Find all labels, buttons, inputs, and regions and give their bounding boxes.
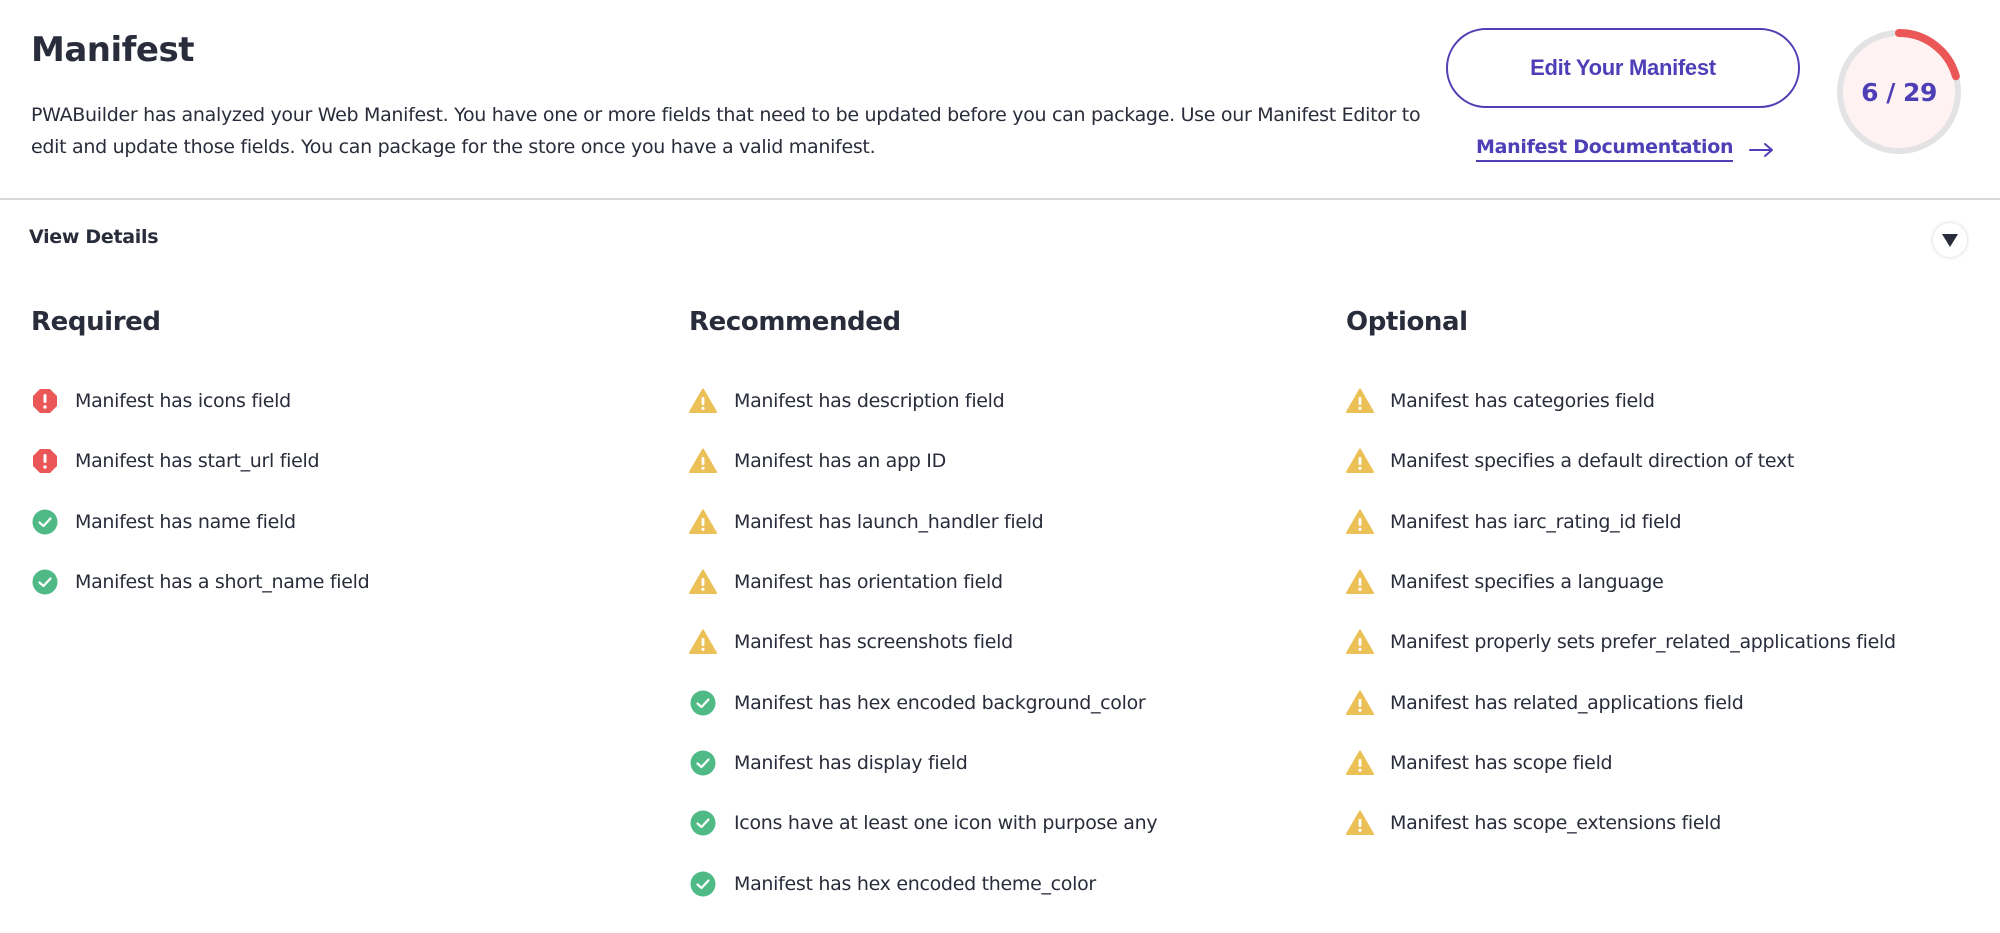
checklist-item: Manifest has hex encoded background_colo… xyxy=(689,672,1157,732)
checklist-item-text: Manifest has description field xyxy=(734,390,1005,413)
check-circle-icon xyxy=(689,689,717,717)
checklist-item-text: Manifest has screenshots field xyxy=(734,631,1013,654)
checklist-item: Manifest has categories field xyxy=(1346,371,1896,431)
warning-triangle-icon xyxy=(689,508,717,536)
checklist-item: Manifest has related_applications field xyxy=(1346,672,1896,732)
warning-triangle-icon xyxy=(1346,387,1374,415)
checklist-item-text: Icons have at least one icon with purpos… xyxy=(734,812,1158,835)
warning-triangle-icon xyxy=(1346,568,1374,596)
checklist-item-text: Manifest has iarc_rating_id field xyxy=(1390,510,1682,533)
warning-triangle-icon xyxy=(689,447,717,475)
warning-triangle-icon xyxy=(1346,447,1374,475)
checklist-item: Manifest specifies a language xyxy=(1346,552,1896,612)
checklist-item: Icons have at least one icon with purpos… xyxy=(689,793,1158,853)
checklist-item: Manifest has an app ID xyxy=(689,431,1157,491)
checklist-item-text: Manifest has hex encoded background_colo… xyxy=(734,691,1146,714)
checklist-item-text: Manifest properly sets prefer_related_ap… xyxy=(1390,631,1896,654)
checklist-item: Manifest has screenshots field xyxy=(689,612,1157,672)
checklist-item-text: Manifest has related_applications field xyxy=(1390,691,1744,714)
checklist-item: Manifest has a short_name field xyxy=(31,552,370,612)
manifest-documentation-link[interactable]: Manifest Documentation xyxy=(1476,136,1775,162)
optional-heading: Optional xyxy=(1346,307,1468,337)
score-label: 6 / 29 xyxy=(1861,77,1937,107)
warning-triangle-icon xyxy=(1346,749,1374,777)
checklist-item-text: Manifest has scope field xyxy=(1390,751,1613,774)
checklist-item-text: Manifest specifies a default direction o… xyxy=(1390,450,1795,473)
checklist-item-text: Manifest has categories field xyxy=(1390,390,1655,413)
optional-column: Optional Manifest has categories field Ma… xyxy=(1346,302,1896,853)
required-heading: Required xyxy=(31,307,161,337)
checklist-item: Manifest properly sets prefer_related_ap… xyxy=(1346,612,1896,672)
checklist-item-text: Manifest has hex encoded theme_color xyxy=(734,872,1096,895)
page-title: Manifest xyxy=(31,30,194,70)
warning-triangle-icon xyxy=(1346,809,1374,837)
check-circle-icon xyxy=(31,568,59,596)
checklist-item-text: Manifest has icons field xyxy=(75,390,291,413)
arrow-right-icon xyxy=(1749,140,1775,160)
checklist-item: Manifest has iarc_rating_id field xyxy=(1346,492,1896,552)
check-circle-icon xyxy=(31,508,59,536)
check-circle-icon xyxy=(689,749,717,777)
check-circle-icon xyxy=(689,870,717,898)
checklist-item: Manifest has name field xyxy=(31,492,369,552)
checklist-item: Manifest has scope_extensions field xyxy=(1346,793,1896,853)
details-toggle-button[interactable] xyxy=(1933,223,1967,257)
checklist-item-text: Manifest has name field xyxy=(75,510,296,533)
manifest-documentation-label: Manifest Documentation xyxy=(1476,136,1734,162)
warning-triangle-icon xyxy=(1346,508,1374,536)
warning-triangle-icon xyxy=(689,628,717,656)
checklist-item-text: Manifest has display field xyxy=(734,751,968,774)
recommended-heading: Recommended xyxy=(689,307,901,337)
checklist-item-text: Manifest has orientation field xyxy=(734,571,1003,594)
checklist-item-text: Manifest has an app ID xyxy=(734,450,946,473)
warning-triangle-icon xyxy=(689,387,717,415)
required-column: Required Manifest has icons field Manifes… xyxy=(31,302,370,612)
checklist-item: Manifest has icons field xyxy=(31,371,369,431)
caret-down-icon xyxy=(1942,233,1958,247)
checklist-item: Manifest has display field xyxy=(689,733,1157,793)
checklist-item-text: Manifest has start_url field xyxy=(75,450,320,473)
manifest-header: Manifest PWABuilder has analyzed your We… xyxy=(0,0,2000,200)
check-circle-icon xyxy=(689,809,717,837)
warning-triangle-icon xyxy=(689,568,717,596)
checklist-item-text: Manifest has launch_handler field xyxy=(734,510,1044,533)
checklist-item: Manifest has scope field xyxy=(1346,733,1896,793)
checklist-item: Manifest has launch_handler field xyxy=(689,492,1157,552)
view-details-label[interactable]: View Details xyxy=(29,226,159,248)
checklist-item-text: Manifest specifies a language xyxy=(1390,571,1664,594)
manifest-description: PWABuilder has analyzed your Web Manifes… xyxy=(31,104,1421,158)
checklist-item: Manifest specifies a default direction o… xyxy=(1346,431,1896,491)
view-details-row[interactable]: View Details xyxy=(0,202,2000,276)
checklist-item: Manifest has hex encoded theme_color xyxy=(689,853,1157,913)
recommended-column: Recommended Manifest has description fie… xyxy=(689,302,1158,914)
edit-manifest-button[interactable]: Edit Your Manifest xyxy=(1446,28,1800,108)
checklist-item-text: Manifest has scope_extensions field xyxy=(1390,812,1722,835)
checklist-item: Manifest has description field xyxy=(689,371,1157,431)
optional-list: Manifest has categories field Manifest sp… xyxy=(1346,371,1896,853)
warning-triangle-icon xyxy=(1346,689,1374,717)
warning-triangle-icon xyxy=(1346,628,1374,656)
checklist-item: Manifest has start_url field xyxy=(31,431,369,491)
recommended-list: Manifest has description field Manifest h… xyxy=(689,371,1158,914)
required-list: Manifest has icons field Manifest has sta… xyxy=(31,371,370,612)
error-octagon-icon xyxy=(31,387,59,415)
checklist-item-text: Manifest has a short_name field xyxy=(75,571,370,594)
error-octagon-icon xyxy=(31,447,59,475)
checklist-item: Manifest has orientation field xyxy=(689,552,1157,612)
